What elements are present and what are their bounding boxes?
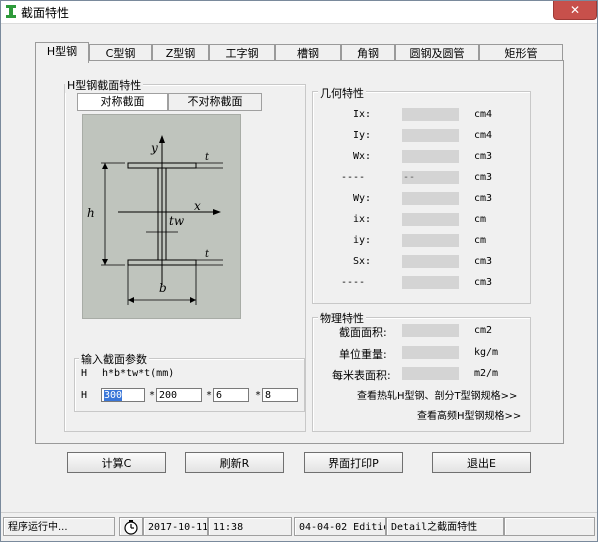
iy-radius-unit: cm (474, 235, 487, 246)
area-value (402, 324, 459, 337)
window-title: 截面特性 (21, 6, 70, 20)
t-top-label: t (205, 152, 210, 163)
ix-radius-label: ix: (353, 214, 372, 225)
iy-radius-value (402, 234, 459, 247)
dash-row-2-label: ---- (341, 277, 366, 288)
status-detail: Detail之截面特性 (386, 517, 504, 536)
dash-row-1-extra: -- (403, 172, 416, 183)
sx-value (402, 255, 459, 268)
wy-label: Wy: (353, 193, 372, 204)
status-time: 11:38 (208, 517, 292, 536)
geometry-group-title: 几何特性 (318, 85, 366, 101)
h-section-group-title: H型钢截面特性 (65, 77, 144, 93)
t-bottom-label: t (205, 249, 210, 260)
calc-button[interactable]: 计算C (67, 452, 166, 473)
h-input[interactable]: 300 (101, 388, 145, 402)
area-unit: cm2 (474, 325, 493, 336)
iy-moment-unit: cm4 (474, 130, 493, 141)
ix-moment-label: Ix: (353, 109, 372, 120)
input-group-title: 输入截面参数 (79, 351, 149, 367)
subtab-asymmetric[interactable]: 不对称截面 (168, 93, 262, 111)
app-icon (6, 5, 16, 18)
wy-unit: cm3 (474, 193, 493, 204)
tw-input[interactable]: 6 (213, 388, 249, 402)
print-button[interactable]: 界面打印P (304, 452, 403, 473)
input-formula: h*b*tw*t(mm) (102, 368, 175, 379)
times-sign-3: * (255, 390, 262, 401)
subtab-symmetric[interactable]: 对称截面 (77, 93, 168, 111)
dash-row-2-unit: cm3 (474, 277, 493, 288)
dash-row-1-label: ---- (341, 172, 366, 183)
clock-icon (119, 517, 143, 536)
ix-radius-value (402, 213, 459, 226)
weight-label: 单位重量: (339, 348, 387, 361)
b-label: b (159, 281, 167, 295)
refresh-button[interactable]: 刷新R (185, 452, 284, 473)
x-axis-label: x (194, 199, 201, 213)
hf-h-steel-spec-link[interactable]: 查看高频H型钢规格>> (417, 407, 521, 422)
h-label: h (87, 206, 95, 220)
close-button[interactable]: ✕ (553, 1, 597, 20)
ix-moment-value (402, 108, 459, 121)
status-empty (504, 517, 595, 536)
status-bar: 程序运行中... 2017-10-11 11:38 04-04-02 Editi… (1, 512, 597, 541)
status-state: 程序运行中... (3, 517, 115, 536)
surface-label: 每米表面积: (332, 369, 391, 382)
wx-label: Wx: (353, 151, 372, 162)
hot-rolled-spec-link[interactable]: 查看热轧H型钢、剖分T型钢规格>> (357, 387, 517, 402)
main-window: 截面特性 ✕ H型钢 C型钢 Z型钢 工字钢 槽钢 角钢 圆钢及圆管 矩形管 H… (0, 0, 598, 542)
ix-radius-unit: cm (474, 214, 487, 225)
wx-unit: cm3 (474, 151, 493, 162)
sx-unit: cm3 (474, 256, 493, 267)
y-axis-label: y (151, 141, 158, 155)
sx-label: Sx: (353, 256, 372, 267)
times-sign-2: * (206, 390, 213, 401)
dash-row-2-value (402, 276, 459, 289)
weight-unit: kg/m (474, 347, 499, 358)
t-input[interactable]: 8 (262, 388, 298, 402)
surface-value (402, 367, 459, 380)
wx-value (402, 150, 459, 163)
tab-h-steel[interactable]: H型钢 (35, 42, 89, 63)
b-input[interactable]: 200 (156, 388, 202, 402)
title-bar: 截面特性 (1, 1, 597, 24)
area-label: 截面面积: (339, 326, 387, 339)
exit-button[interactable]: 退出E (432, 452, 531, 473)
times-sign-1: * (149, 390, 156, 401)
iy-moment-value (402, 129, 459, 142)
status-edition: 04-04-02 Edition (294, 517, 386, 536)
weight-value (402, 346, 459, 359)
status-date: 2017-10-11 (143, 517, 208, 536)
iy-radius-label: iy: (353, 235, 372, 246)
h-section-diagram: y x tw h b t t (82, 114, 241, 319)
surface-unit: m2/m (474, 368, 499, 379)
ix-moment-unit: cm4 (474, 109, 493, 120)
input-row2-label: H (81, 390, 88, 401)
iy-moment-label: Iy: (353, 130, 372, 141)
tw-label: tw (169, 214, 185, 228)
dash-row-1-unit: cm3 (474, 172, 493, 183)
wy-value (402, 192, 459, 205)
input-row1-label: H (81, 368, 88, 379)
